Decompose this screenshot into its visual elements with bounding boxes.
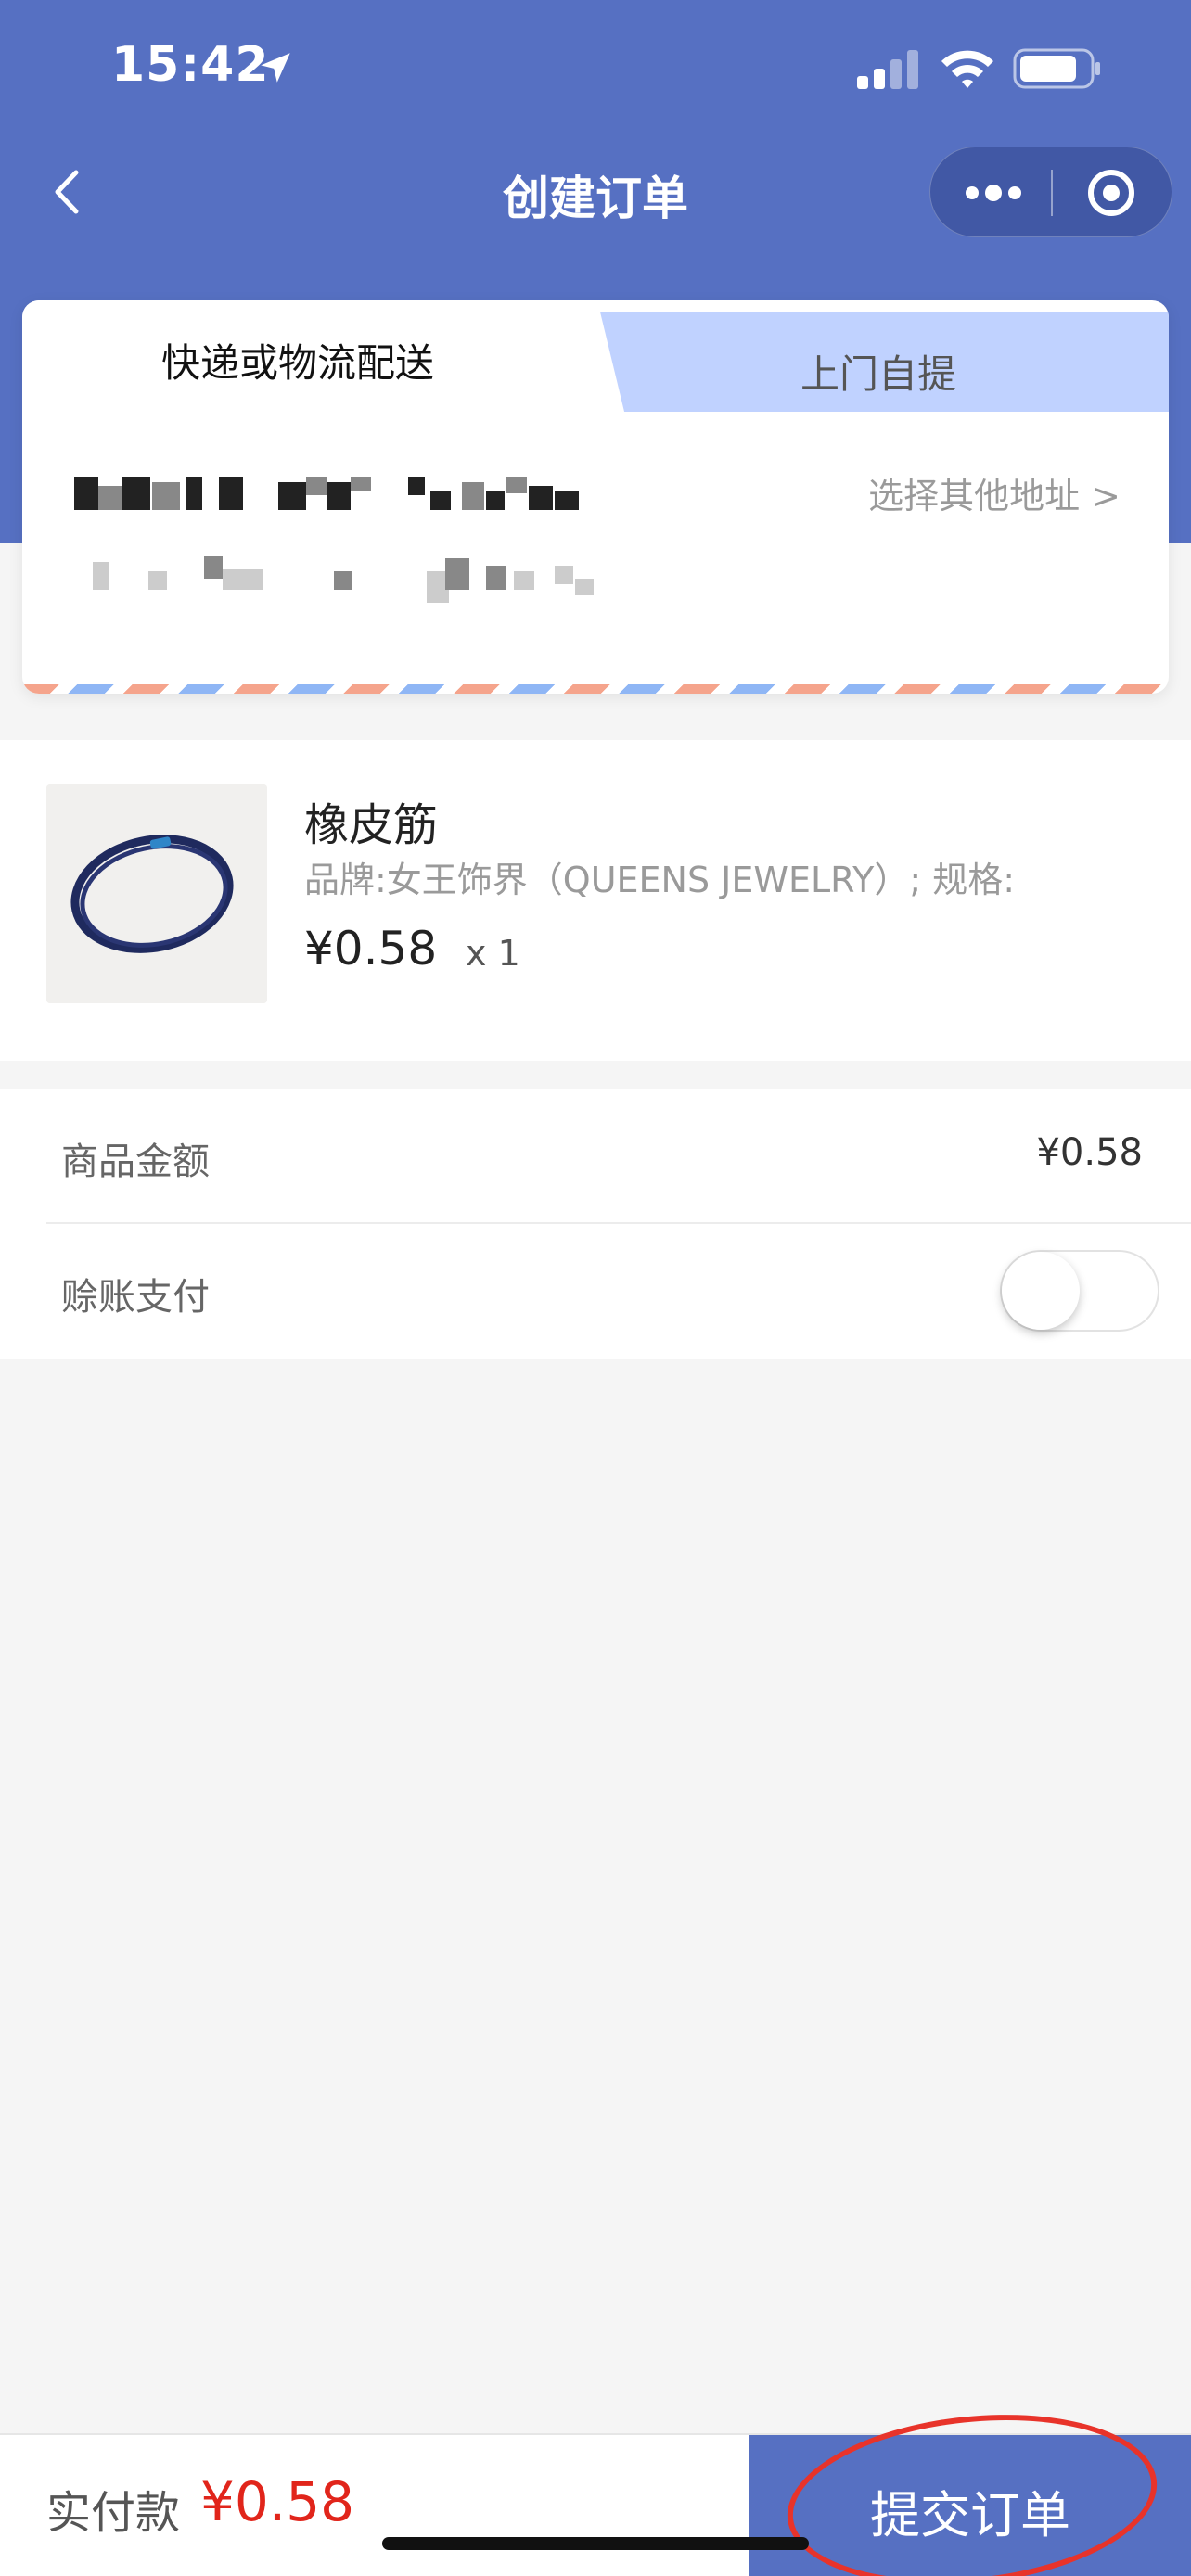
redaction-block	[462, 482, 484, 510]
cellular-signal-icon	[857, 50, 918, 89]
redaction-block	[427, 590, 449, 603]
mini-program-capsule	[929, 147, 1172, 237]
actual-payment-label: 实付款	[46, 2487, 181, 2539]
toggle-knob	[1002, 1252, 1080, 1330]
redaction-block	[408, 477, 425, 495]
redaction-block	[219, 477, 243, 510]
product-name: 橡皮筋	[304, 799, 439, 851]
redaction-block	[278, 482, 306, 510]
choose-other-address-link[interactable]: 选择其他地址 >	[868, 467, 1121, 518]
more-options-icon[interactable]	[930, 147, 1051, 238]
credit-payment-toggle[interactable]	[1000, 1250, 1159, 1332]
credit-payment-label: 赊账支付	[61, 1276, 210, 1319]
close-mini-program-icon[interactable]	[1053, 147, 1173, 238]
goods-amount-value: ¥0.58	[1036, 1131, 1143, 1174]
red-annotation-circle	[778, 2397, 1166, 2576]
redaction-block	[486, 566, 506, 590]
redaction-block	[506, 477, 527, 493]
redaction-block	[306, 477, 327, 495]
redaction-block	[486, 491, 505, 510]
redaction-block	[555, 491, 579, 510]
redaction-block	[327, 482, 351, 510]
home-indicator	[382, 2537, 809, 2550]
redaction-block	[186, 477, 202, 510]
redaction-block	[93, 562, 109, 590]
tab-express-delivery[interactable]: 快递或物流配送	[22, 300, 625, 415]
actual-payment-amount: ¥0.58	[200, 2470, 355, 2533]
hair-tie-image: MW	[46, 784, 267, 1003]
delivery-card: 上门自提 快递或物流配送 选择其他地址 >	[22, 300, 1169, 694]
redaction-block	[122, 477, 150, 510]
redaction-block	[529, 486, 553, 510]
tab-express-delivery-label: 快递或物流配送	[161, 340, 435, 386]
redaction-block	[334, 571, 352, 590]
airmail-stripe-border	[22, 684, 1169, 694]
navigation-bar: 创建订单	[0, 139, 1191, 245]
goods-amount-row: 商品金额 ¥0.58	[46, 1089, 1191, 1224]
redaction-block	[223, 569, 263, 590]
product-spec: 品牌:女王饰界（QUEENS JEWELRY）; 规格:	[304, 860, 1016, 900]
redaction-block	[427, 571, 445, 590]
checkout-bar: 实付款 ¥0.58 提交订单	[0, 2397, 1191, 2576]
product-quantity: x 1	[466, 933, 520, 974]
redaction-block	[204, 556, 223, 579]
redaction-block	[575, 579, 594, 595]
redaction-block	[514, 571, 534, 590]
tab-self-pickup-label: 上门自提	[800, 351, 956, 397]
location-arrow-icon	[261, 53, 290, 83]
redaction-block	[430, 491, 451, 510]
tab-self-pickup[interactable]: 上门自提	[588, 312, 1169, 412]
order-amounts: 商品金额 ¥0.58 赊账支付	[0, 1089, 1191, 1359]
status-time: 15:42	[111, 37, 270, 93]
submit-order-button[interactable]: 提交订单	[749, 2397, 1191, 2576]
redaction-block	[445, 558, 469, 590]
wifi-icon	[941, 50, 993, 88]
product-image[interactable]: MW	[46, 784, 267, 1003]
redaction-block	[74, 477, 98, 510]
redaction-block	[152, 482, 180, 510]
status-bar: 15:42	[0, 0, 1191, 139]
redaction-block	[148, 571, 167, 590]
redaction-block	[555, 566, 573, 584]
redaction-block	[98, 486, 122, 510]
redaction-block	[351, 477, 371, 491]
product-item: MW 橡皮筋 品牌:女王饰界（QUEENS JEWELRY）; 规格: ¥0.5…	[0, 740, 1191, 1061]
battery-icon	[1013, 48, 1100, 89]
product-price: ¥0.58	[304, 922, 438, 976]
goods-amount-label: 商品金额	[61, 1141, 210, 1183]
credit-payment-row: 赊账支付	[46, 1224, 1191, 1359]
